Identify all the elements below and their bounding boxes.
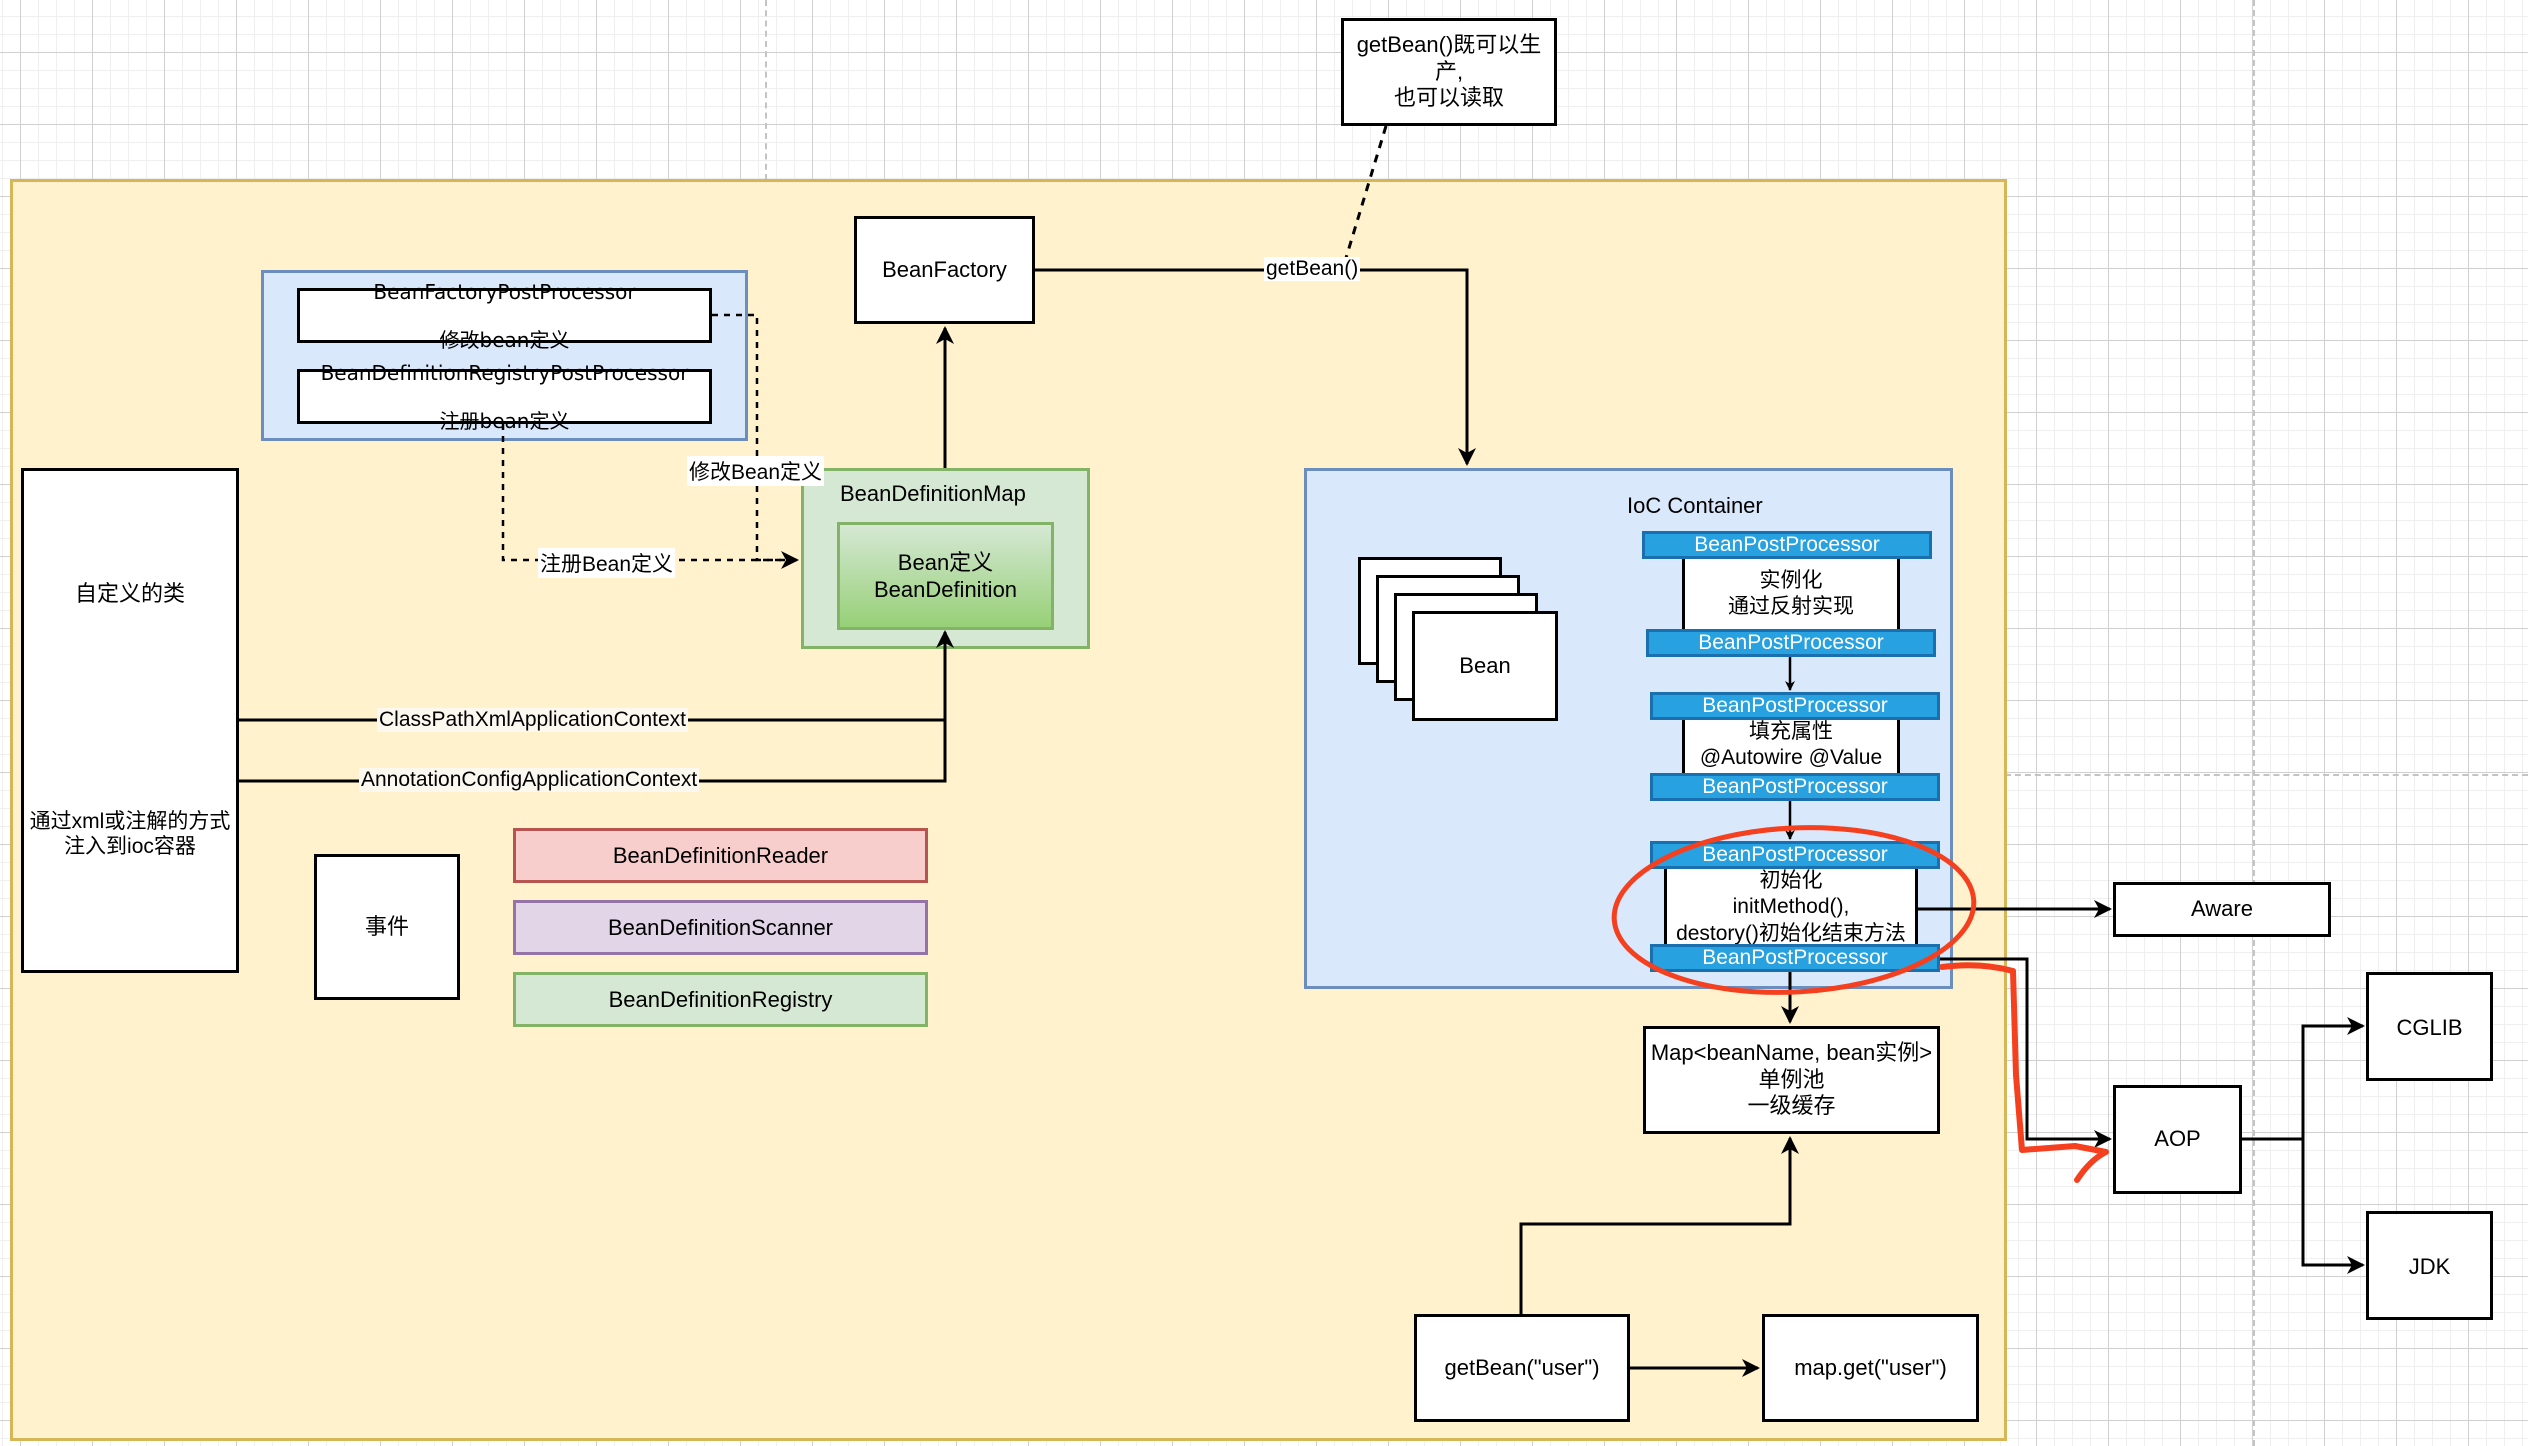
bean-label: Bean (1459, 652, 1511, 678)
stage-instantiate[interactable]: 实例化 通过反射实现 (1682, 556, 1900, 632)
jdk-edge (2301, 1139, 2365, 1274)
bean-factory-box[interactable]: BeanFactory (854, 216, 1035, 324)
note-text: getBean()既可以生产, 也可以读取 (1356, 32, 1542, 111)
event-label: 事件 (364, 913, 409, 939)
bpp-before-instantiate[interactable]: BeanPostProcessor (1642, 531, 1932, 559)
classpath-edge-label: ClassPathXmlApplicationContext (377, 708, 688, 732)
stage-initialize-text: 初始化 initMethod(), destory()初始化结束方法 (1676, 869, 1906, 945)
bean-definition-label: Bean定义 BeanDefinition (873, 549, 1018, 603)
getbean-edge-label: getBean() (1264, 257, 1361, 281)
bean-definition-box[interactable]: Bean定义 BeanDefinition (837, 522, 1054, 630)
reader-label: BeanDefinitionReader (612, 842, 829, 868)
bdrpp-name: BeanDefinitionRegistryPostProcessor (320, 360, 689, 385)
cglib-box[interactable]: CGLIB (2366, 972, 2493, 1081)
custom-class-title: 自定义的类 (74, 581, 185, 606)
bpp-after-populate[interactable]: BeanPostProcessor (1650, 773, 1940, 801)
aware-label: Aware (2191, 896, 2253, 922)
bpp-before-initialize[interactable]: BeanPostProcessor (1650, 841, 1940, 869)
bfpp-name: BeanFactoryPostProcessor (373, 279, 636, 304)
custom-class-box[interactable]: 自定义的类 通过xml或注解的方式 注入到ioc容器 (21, 468, 239, 973)
bean-definition-map-title: BeanDefinitionMap (840, 481, 1026, 506)
bean-card[interactable]: Bean (1412, 611, 1558, 721)
scanner-label: BeanDefinitionScanner (607, 914, 834, 940)
singleton-pool-box[interactable]: Map<beanName, bean实例> 单例池 一级缓存 (1643, 1026, 1940, 1134)
stage-populate[interactable]: 填充属性 @Autowire @Value (1682, 715, 1900, 775)
bean-factory-label: BeanFactory (882, 256, 1007, 282)
aop-box[interactable]: AOP (2113, 1085, 2242, 1194)
bean-factory-post-processor[interactable]: BeanFactoryPostProcessor 修改bean定义 (297, 280, 712, 352)
getbean-user-label: getBean("user") (1444, 1354, 1600, 1380)
stage-initialize[interactable]: 初始化 initMethod(), destory()初始化结束方法 (1664, 864, 1918, 954)
jdk-box[interactable]: JDK (2366, 1211, 2493, 1320)
aop-label: AOP (2154, 1126, 2201, 1152)
bpp-label: BeanPostProcessor (1694, 533, 1880, 556)
map-get-label: map.get("user") (1794, 1354, 1947, 1380)
bpp-label: BeanPostProcessor (1702, 694, 1888, 717)
bpp-label: BeanPostProcessor (1698, 631, 1884, 654)
bean-definition-scanner[interactable]: BeanDefinitionScanner (513, 900, 928, 955)
singleton-pool-text: Map<beanName, bean实例> 单例池 一级缓存 (1650, 1040, 1933, 1119)
bpp-after-initialize[interactable]: BeanPostProcessor (1650, 944, 1940, 972)
note-getbean[interactable]: getBean()既可以生产, 也可以读取 (1341, 18, 1557, 126)
map-get-box[interactable]: map.get("user") (1762, 1314, 1979, 1422)
page-break-vertical-2 (2253, 0, 2255, 1446)
cglib-label: CGLIB (2396, 1015, 2463, 1040)
stage-populate-text: 填充属性 @Autowire @Value (1699, 719, 1883, 769)
bdrpp-desc: 注册bean定义 (439, 408, 570, 433)
event-box[interactable]: 事件 (314, 854, 460, 1000)
aware-box[interactable]: Aware (2113, 882, 2331, 937)
page-break-vertical-1 (765, 0, 767, 180)
bean-definition-reader[interactable]: BeanDefinitionReader (513, 828, 928, 883)
bpp-label: BeanPostProcessor (1702, 775, 1888, 798)
bpp-label: BeanPostProcessor (1702, 843, 1888, 866)
page-break-horizontal (2005, 774, 2528, 776)
stage-instantiate-text: 实例化 通过反射实现 (1728, 568, 1854, 618)
bpp-after-instantiate[interactable]: BeanPostProcessor (1646, 629, 1936, 657)
bpp-label: BeanPostProcessor (1702, 946, 1888, 969)
ioc-container-title: IoC Container (1627, 493, 1763, 518)
bpp-before-populate[interactable]: BeanPostProcessor (1650, 692, 1940, 720)
register-edge-label: 注册Bean定义 (538, 548, 676, 578)
modify-edge-label: 修改Bean定义 (687, 456, 825, 486)
getbean-user-box[interactable]: getBean("user") (1414, 1314, 1630, 1422)
registry-label: BeanDefinitionRegistry (608, 986, 833, 1012)
custom-class-desc: 通过xml或注解的方式 注入到ioc容器 (29, 810, 231, 859)
cglib-edge (2242, 1017, 2365, 1141)
bean-definition-registry-post-processor[interactable]: BeanDefinitionRegistryPostProcessor 注册be… (297, 361, 712, 433)
annotation-edge-label: AnnotationConfigApplicationContext (359, 768, 700, 792)
jdk-label: JDK (2408, 1254, 2451, 1279)
bean-definition-registry[interactable]: BeanDefinitionRegistry (513, 972, 928, 1027)
